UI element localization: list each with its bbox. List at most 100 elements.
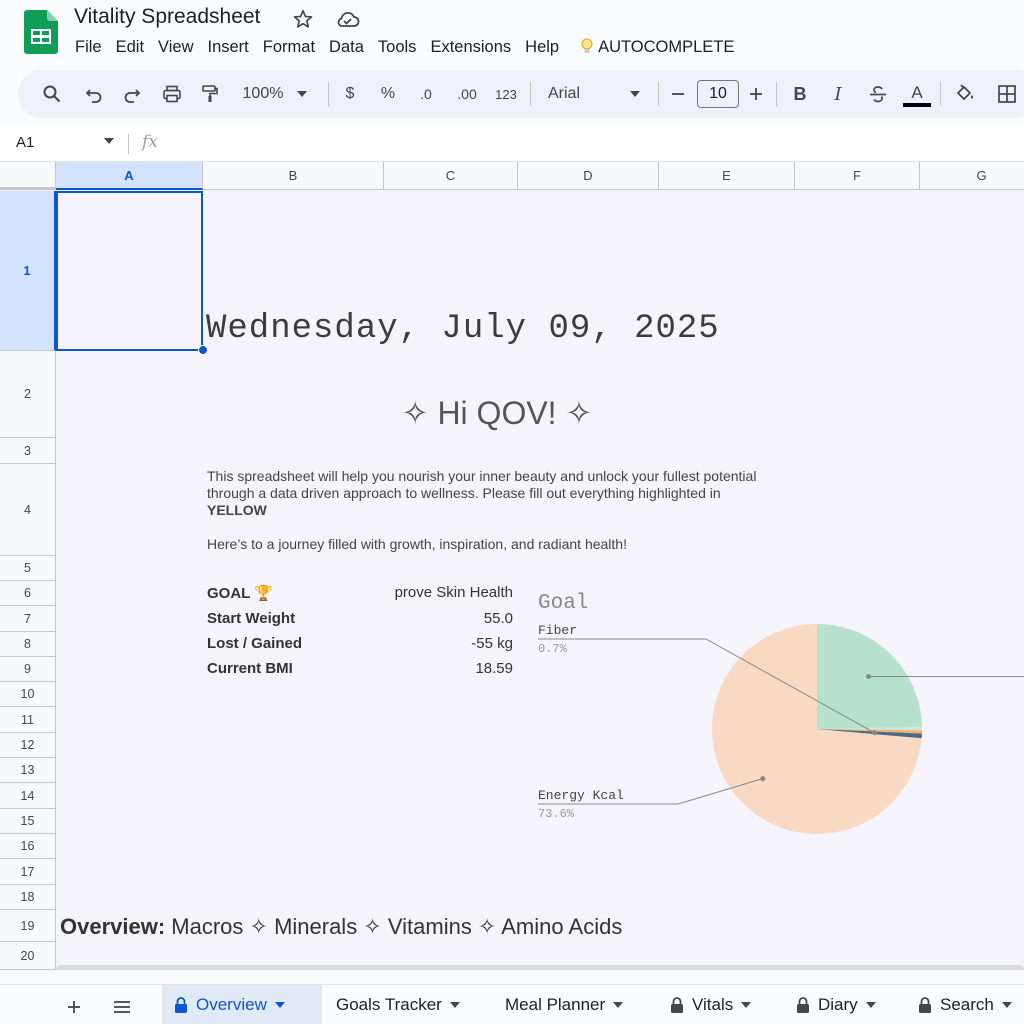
pie-pct-fiber: 0.7% xyxy=(538,642,567,656)
increase-font-size-button[interactable] xyxy=(744,70,768,118)
all-sheets-button[interactable] xyxy=(108,993,136,1021)
decrease-decimal-label: .0 xyxy=(420,86,432,102)
bold-button[interactable]: B xyxy=(786,70,814,118)
sheet-tab-label: Meal Planner xyxy=(505,995,606,1014)
document-title[interactable]: Vitality Spreadsheet xyxy=(74,5,260,29)
sheet-tab-vitals[interactable]: Vitals xyxy=(658,985,763,1024)
spreadsheet-window: Vitality Spreadsheet File Edit View Inse… xyxy=(0,0,1024,1024)
print-button[interactable] xyxy=(156,70,188,118)
goal-pie-chart[interactable] xyxy=(0,162,1024,970)
menu-autocomplete[interactable]: AUTOCOMPLETE xyxy=(566,36,741,58)
sheet-tab-diary[interactable]: Diary xyxy=(784,985,888,1024)
lock-icon xyxy=(671,997,683,1013)
menu-edit[interactable]: Edit xyxy=(109,36,151,58)
borders-button[interactable] xyxy=(992,70,1022,118)
menu-help[interactable]: Help xyxy=(518,36,566,58)
font-family-select[interactable]: Arial xyxy=(538,70,650,118)
toolbar-divider xyxy=(940,82,941,106)
paint-bucket-icon xyxy=(956,84,974,101)
sheet-tab-overview[interactable]: Overview xyxy=(162,985,322,1024)
toolbar-divider xyxy=(658,82,659,106)
chevron-down-icon xyxy=(274,1002,285,1008)
menu-format[interactable]: Format xyxy=(256,36,322,58)
menu-file[interactable]: File xyxy=(74,36,109,58)
increase-decimal-button[interactable]: .00 xyxy=(450,70,484,118)
add-sheet-button[interactable] xyxy=(60,993,88,1021)
menu-bar: File Edit View Insert Format Data Tools … xyxy=(74,36,741,58)
sheet-tab-label: Search xyxy=(940,995,994,1014)
toolbar-divider xyxy=(776,82,777,106)
decrease-decimal-button[interactable]: .0 xyxy=(412,70,440,118)
search-icon xyxy=(43,85,61,103)
decrease-font-size-button[interactable] xyxy=(666,70,690,118)
increase-decimal-label: .00 xyxy=(457,86,477,102)
overview-label: Overview: xyxy=(60,914,166,939)
menu-tools[interactable]: Tools xyxy=(371,36,424,58)
currency-format-button[interactable]: $ xyxy=(336,70,364,118)
name-box[interactable]: A1 xyxy=(16,134,34,151)
sheet-tab-label: Goals Tracker xyxy=(336,995,442,1014)
sheet-tab-label: Diary xyxy=(818,995,858,1014)
italic-button[interactable]: I xyxy=(824,70,852,118)
pie-leader-dot xyxy=(872,730,878,736)
pie-leader-dot xyxy=(760,776,766,782)
fill-color-button[interactable] xyxy=(950,70,980,118)
strikethrough-button[interactable] xyxy=(864,70,892,118)
zoom-select[interactable]: 100% xyxy=(232,70,318,118)
hamburger-menu-icon xyxy=(114,1001,130,1013)
minus-icon xyxy=(672,93,684,95)
redo-icon xyxy=(124,89,141,103)
borders-icon xyxy=(998,85,1016,103)
menu-insert[interactable]: Insert xyxy=(201,36,256,58)
overview-items: Macros ✧ Minerals ✧ Vitamins ✧ Amino Aci… xyxy=(165,914,623,939)
pie-pct-energy: 73.6% xyxy=(538,807,575,821)
percent-format-button[interactable]: % xyxy=(374,70,402,118)
chevron-down-icon xyxy=(449,1002,460,1008)
menu-view[interactable]: View xyxy=(151,36,200,58)
toolbar-divider xyxy=(328,82,329,106)
undo-button[interactable] xyxy=(78,70,110,118)
search-menus-button[interactable] xyxy=(36,70,68,118)
menu-extensions[interactable]: Extensions xyxy=(423,36,518,58)
horizontal-scrollbar[interactable] xyxy=(56,965,1024,970)
chevron-down-icon xyxy=(613,1002,624,1008)
strikethrough-icon xyxy=(870,86,886,103)
zoom-value: 100% xyxy=(242,85,284,102)
pie-label-fiber: Fiber xyxy=(538,623,578,638)
sheet-grid[interactable]: A B C D E F G 1 2 3 4 5 6 7 8 9 10 11 12… xyxy=(0,162,1024,970)
autocomplete-label: AUTOCOMPLETE xyxy=(598,38,735,56)
text-color-button[interactable]: A xyxy=(902,70,932,118)
sheet-tab-meal-planner[interactable]: Meal Planner xyxy=(493,985,635,1024)
fx-icon: fx xyxy=(142,132,158,152)
lock-icon xyxy=(797,997,809,1013)
font-size-value: 10 xyxy=(697,80,739,108)
sheet-tab-goals-tracker[interactable]: Goals Tracker xyxy=(324,985,472,1024)
redo-button[interactable] xyxy=(116,70,148,118)
paint-roller-icon xyxy=(202,85,218,102)
text-color-swatch xyxy=(903,102,931,107)
chevron-down-icon xyxy=(865,1002,876,1008)
sheet-tab-search[interactable]: Search xyxy=(906,985,1024,1024)
lock-icon xyxy=(919,997,931,1013)
cloud-saved-icon[interactable] xyxy=(334,8,360,30)
plus-icon xyxy=(68,1001,80,1013)
chevron-down-icon xyxy=(630,91,640,97)
formula-bar-divider xyxy=(128,134,129,154)
print-icon xyxy=(163,85,181,103)
number-format-button[interactable]: 123 xyxy=(490,70,522,118)
menu-data[interactable]: Data xyxy=(322,36,371,58)
paint-format-button[interactable] xyxy=(194,70,226,118)
font-size-field[interactable]: 10 xyxy=(696,70,740,118)
pie-label-energy: Energy Kcal xyxy=(538,788,624,803)
sheet-tab-bar: Overview Goals Tracker Meal Planner Vita… xyxy=(0,984,1024,1024)
sheets-logo-icon[interactable] xyxy=(24,10,58,54)
lock-icon xyxy=(175,997,187,1013)
plus-icon xyxy=(750,88,762,100)
title-bar: Vitality Spreadsheet File Edit View Inse… xyxy=(0,0,1024,68)
chevron-down-icon xyxy=(1001,1002,1012,1008)
chevron-down-icon[interactable] xyxy=(104,138,114,144)
sheet-tab-label: Vitals xyxy=(692,995,734,1014)
star-icon[interactable] xyxy=(292,8,314,30)
toolbar-divider xyxy=(530,82,531,106)
pie-leader-dot xyxy=(865,674,871,680)
